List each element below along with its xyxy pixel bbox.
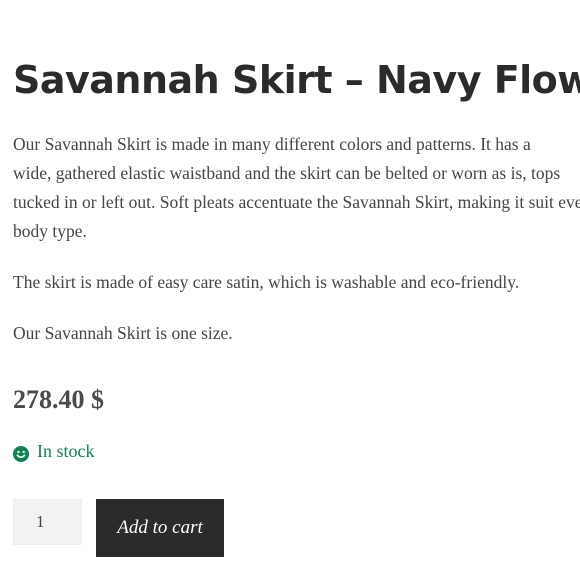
product-summary: Savannah Skirt – Navy Flower Our Savanna… — [13, 0, 580, 580]
add-to-cart-button[interactable]: Add to cart — [96, 499, 224, 557]
description-line: Our Savannah Skirt is made in many diffe… — [13, 134, 531, 154]
description-line: body type. — [13, 221, 87, 241]
description-line: wide, gathered elastic waistband and the… — [13, 163, 561, 183]
product-title: Savannah Skirt – Navy Flower — [13, 58, 580, 102]
quantity-input[interactable] — [13, 499, 82, 545]
description-line: tucked in or left out. Soft pleats accen… — [13, 192, 580, 212]
product-description: Our Savannah Skirt is made in many diffe… — [13, 130, 580, 370]
product-price: 278.40 $ — [13, 385, 104, 414]
add-to-cart-form: Add to cart — [13, 499, 224, 557]
description-paragraph-2: The skirt is made of easy care satin, wh… — [13, 272, 520, 292]
smiley-icon — [13, 443, 29, 462]
description-paragraph-1: Our Savannah Skirt is made in many diffe… — [13, 130, 580, 246]
stock-status: In stock — [13, 438, 95, 464]
description-paragraph-3: Our Savannah Skirt is one size. — [13, 323, 233, 343]
stock-label: In stock — [37, 441, 95, 461]
